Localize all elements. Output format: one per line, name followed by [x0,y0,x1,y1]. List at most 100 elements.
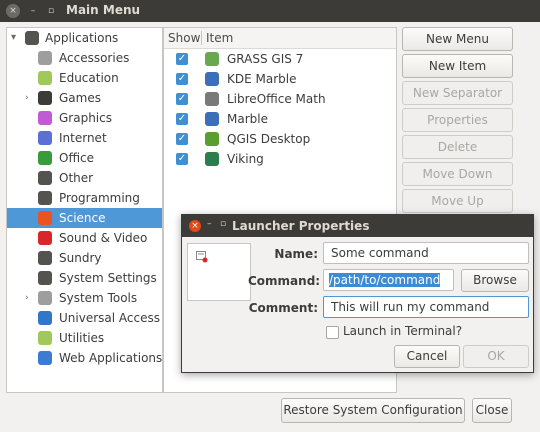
tree-item-games[interactable]: › Games [7,88,162,108]
tree-item-label: System Tools [59,291,138,305]
show-checkbox[interactable]: ✓ [176,113,188,125]
ok-button[interactable]: OK [463,345,529,368]
chevron-right-icon[interactable]: › [25,288,29,308]
office-icon [38,151,52,165]
tree-item-label: Applications [45,31,119,45]
tree-item-science[interactable]: Science [7,208,162,228]
programming-icon [38,191,52,205]
web-applications-icon [38,351,52,365]
marble-icon [205,112,219,126]
show-checkbox[interactable]: ✓ [176,53,188,65]
cancel-button[interactable]: Cancel [394,345,460,368]
list-item-label: LibreOffice Math [227,92,326,106]
selected-text: /path/to/command [329,273,441,287]
main-window-titlebar: × – ▫ Main Menu [0,0,540,22]
command-field[interactable]: /path/to/command [323,269,454,291]
column-header-show[interactable]: Show [168,31,200,45]
viking-icon [205,152,219,166]
tree-item-office[interactable]: Office [7,148,162,168]
list-item[interactable]: ✓ QGIS Desktop [164,129,396,149]
system-tools-icon [38,291,52,305]
graphics-icon [38,111,52,125]
restore-system-configuration-button[interactable]: Restore System Configuration [281,398,465,423]
new-separator-button[interactable]: New Separator [402,81,513,105]
tree-item-universal-access[interactable]: Universal Access [7,308,162,328]
dialog-titlebar: × – ▫ Launcher Properties [182,215,533,237]
list-item[interactable]: ✓ GRASS GIS 7 [164,49,396,69]
chevron-down-icon[interactable]: ▾ [11,28,16,48]
tree-item-label: Sundry [59,251,102,265]
new-menu-button[interactable]: New Menu [402,27,513,51]
tree-item-programming[interactable]: Programming [7,188,162,208]
column-divider [201,31,202,45]
show-checkbox[interactable]: ✓ [176,133,188,145]
tree-item-system-settings[interactable]: System Settings [7,268,162,288]
maximize-icon[interactable]: ▫ [220,219,226,229]
minimize-icon[interactable]: – [26,4,40,18]
show-checkbox[interactable]: ✓ [176,153,188,165]
tree-item-utilities[interactable]: Utilities [7,328,162,348]
close-button[interactable]: Close [472,398,512,423]
launch-in-terminal-checkbox[interactable] [326,326,339,339]
system-settings-icon [38,271,52,285]
properties-button[interactable]: Properties [402,108,513,132]
tree-item-label: Accessories [59,51,130,65]
move-up-button[interactable]: Move Up [402,189,513,213]
show-checkbox[interactable]: ✓ [176,93,188,105]
universal-access-icon [38,311,52,325]
tree-item-graphics[interactable]: Graphics [7,108,162,128]
command-label: Command: [248,274,321,288]
sundry-icon [38,251,52,265]
launcher-icon [196,251,208,263]
tree-item-other[interactable]: Other [7,168,162,188]
tree-item-sundry[interactable]: Sundry [7,248,162,268]
launch-in-terminal-label[interactable]: Launch in Terminal? [343,324,462,338]
list-item-label: KDE Marble [227,72,297,86]
tree-item-web-applications[interactable]: Web Applications [7,348,162,368]
tree-item-applications[interactable]: ▾ Applications [7,28,162,48]
close-icon[interactable]: × [189,220,201,232]
column-header-item[interactable]: Item [206,31,233,45]
libreoffice-math-icon [205,92,219,106]
minimize-icon[interactable]: – [207,219,212,229]
list-item-label: Marble [227,112,268,126]
list-item[interactable]: ✓ Viking [164,149,396,169]
move-down-button[interactable]: Move Down [402,162,513,186]
window-title: Main Menu [66,3,141,17]
tree-item-accessories[interactable]: Accessories [7,48,162,68]
list-item-label: GRASS GIS 7 [227,52,304,66]
dialog-title: Launcher Properties [232,219,370,233]
comment-field[interactable]: This will run my command [323,296,529,318]
tree-item-label: Web Applications [59,351,163,365]
games-icon [38,91,52,105]
tree-item-system-tools[interactable]: › System Tools [7,288,162,308]
launcher-properties-dialog: × – ▫ Launcher Properties Name: Some com… [181,214,534,373]
list-item[interactable]: ✓ KDE Marble [164,69,396,89]
apps-grid-icon [25,31,39,45]
internet-icon [38,131,52,145]
tree-item-sound-video[interactable]: Sound & Video [7,228,162,248]
chevron-right-icon[interactable]: › [25,88,29,108]
show-checkbox[interactable]: ✓ [176,73,188,85]
list-item[interactable]: ✓ LibreOffice Math [164,89,396,109]
delete-button[interactable]: Delete [402,135,513,159]
list-header: Show Item [164,28,396,49]
menu-tree[interactable]: ▾ Applications Accessories Education › Game… [6,27,163,393]
accessories-icon [38,51,52,65]
close-icon[interactable]: × [6,4,20,18]
tree-item-label: Internet [59,131,107,145]
new-item-button[interactable]: New Item [402,54,513,78]
tree-item-internet[interactable]: Internet [7,128,162,148]
launcher-icon-button[interactable] [187,243,251,301]
tree-item-label: Office [59,151,95,165]
browse-button[interactable]: Browse [461,269,529,292]
maximize-icon[interactable]: ▫ [44,4,58,18]
tree-item-education[interactable]: Education [7,68,162,88]
tree-item-label: System Settings [59,271,157,285]
list-item[interactable]: ✓ Marble [164,109,396,129]
tree-item-label: Science [59,211,106,225]
name-field[interactable]: Some command [323,242,529,264]
tree-item-label: Universal Access [59,311,160,325]
kde-marble-icon [205,72,219,86]
sound-video-icon [38,231,52,245]
